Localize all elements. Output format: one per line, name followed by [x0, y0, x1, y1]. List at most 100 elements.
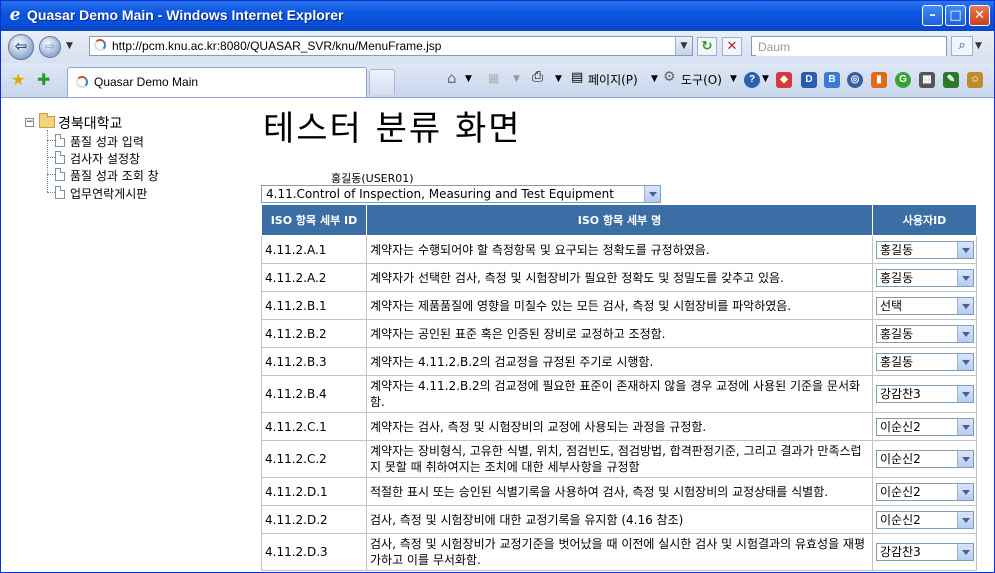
- home-dropdown-icon[interactable]: ▼: [465, 74, 472, 84]
- cell-item-id: 4.11.2.A.2: [261, 263, 367, 292]
- user-select[interactable]: 강감찬3: [876, 543, 974, 561]
- feeds-icon[interactable]: ▦: [488, 71, 499, 85]
- new-tab-button[interactable]: [369, 69, 395, 95]
- print-icon[interactable]: ⎙: [532, 69, 543, 85]
- minimize-button[interactable]: –: [922, 5, 943, 26]
- addon-grid-icon[interactable]: ▦: [919, 72, 935, 88]
- cell-item-name: 검사, 측정 및 시험장비가 교정기준을 벗어났을 때 이전에 실시한 검사 및…: [366, 533, 873, 571]
- cell-item-name: 계약자는 수행되어야 할 측정항목 및 요구되는 정확도를 규정하였음.: [366, 235, 873, 264]
- user-select-value: 이순신2: [880, 452, 921, 466]
- addon-orange-icon[interactable]: ▮: [871, 72, 887, 88]
- tools-dropdown-icon[interactable]: ▼: [730, 74, 737, 84]
- chevron-down-icon[interactable]: [957, 241, 973, 258]
- title-bar: e Quasar Demo Main - Windows Internet Ex…: [1, 1, 994, 31]
- search-dropdown-icon[interactable]: ▼: [975, 36, 989, 56]
- tools-menu[interactable]: 도구(O): [681, 71, 722, 88]
- page-icon: ▤: [571, 70, 584, 85]
- cell-item-name: 계약자는 공인된 표준 혹은 인증된 장비로 교정하고 조정함.: [366, 319, 873, 348]
- tree-root-label[interactable]: 경북대학교: [58, 113, 122, 133]
- user-select-value: 이순신2: [880, 512, 921, 527]
- category-select-value: 4.11.Control of Inspection, Measuring an…: [266, 187, 614, 201]
- tab-loading-icon: [76, 76, 88, 88]
- table-row: 4.11.2.D.1 적절한 표시 또는 승인된 식별기록을 사용하여 검사, 측…: [261, 477, 977, 506]
- cell-item-name: 검사, 측정 및 시험장비에 대한 교정기록을 유지함 (4.16 참조): [366, 505, 873, 534]
- table-header-row: ISO 항목 세부 ID ISO 항목 세부 명 사용자ID: [261, 204, 977, 236]
- page-content: − 경북대학교 품질 성과 입력 검사자 설정창 품질 성과 조회 창 업무연락…: [1, 98, 994, 572]
- column-header-user: 사용자ID: [872, 204, 977, 236]
- user-select[interactable]: 이순신2: [876, 482, 974, 501]
- stop-button[interactable]: ✕: [722, 37, 742, 56]
- chevron-down-icon[interactable]: [957, 353, 973, 370]
- search-input[interactable]: [756, 38, 946, 56]
- addon-b-icon[interactable]: B: [824, 72, 840, 88]
- history-dropdown-icon[interactable]: ▼: [66, 41, 73, 51]
- addon-tool-icon[interactable]: ✎: [943, 72, 959, 88]
- user-select[interactable]: 강감찬3: [876, 385, 974, 403]
- user-select[interactable]: 선택: [876, 296, 974, 315]
- iso-item-table: ISO 항목 세부 ID ISO 항목 세부 명 사용자ID 4.11.2.A.…: [261, 204, 977, 571]
- cell-item-name: 계약자가 선택한 검사, 측정 및 시험장비가 필요한 정확도 및 정밀도를 갖…: [366, 263, 873, 292]
- print-dropdown-icon[interactable]: ▼: [555, 74, 562, 84]
- chevron-down-icon[interactable]: [957, 325, 973, 342]
- chevron-down-icon[interactable]: [957, 418, 973, 435]
- user-select-value: 선택: [880, 298, 903, 313]
- forward-button[interactable]: ⇨: [39, 36, 61, 58]
- help-dropdown-icon[interactable]: ▼: [762, 74, 769, 84]
- cell-item-name: 계약자는 장비형식, 고유한 식별, 위치, 점검빈도, 점검방법, 합격판정기…: [366, 440, 873, 478]
- chevron-down-icon[interactable]: [957, 511, 973, 528]
- user-select[interactable]: 홍길동: [876, 324, 974, 343]
- favorites-star-icon[interactable]: ★: [11, 70, 25, 89]
- feeds-dropdown-icon[interactable]: ▼: [513, 74, 520, 84]
- chevron-down-icon[interactable]: [957, 269, 973, 286]
- cell-item-name: 적절한 표시 또는 승인된 식별기록을 사용하여 검사, 측정 및 시험장비의 …: [366, 477, 873, 506]
- chevron-down-icon[interactable]: [957, 483, 973, 500]
- cell-user: 강감찬3: [872, 375, 977, 413]
- back-button[interactable]: ⇦: [8, 34, 34, 60]
- close-button[interactable]: ✕: [969, 5, 990, 26]
- addon-d-icon[interactable]: D: [801, 72, 817, 88]
- cell-user: 홍길동: [872, 319, 977, 348]
- page-menu[interactable]: 페이지(P): [588, 71, 638, 88]
- help-icon[interactable]: ?: [744, 72, 760, 88]
- category-select[interactable]: 4.11.Control of Inspection, Measuring an…: [261, 185, 661, 203]
- search-icon[interactable]: ⌕: [951, 36, 973, 56]
- user-select[interactable]: 이순신2: [876, 510, 974, 529]
- chevron-down-icon[interactable]: [644, 186, 660, 202]
- page-dropdown-icon[interactable]: ▼: [651, 74, 658, 84]
- addon-circle-icon[interactable]: ◎: [847, 72, 863, 88]
- page-icon: [55, 168, 65, 181]
- chevron-down-icon[interactable]: [957, 297, 973, 314]
- url-field[interactable]: http://pcm.knu.ac.kr:8080/QUASAR_SVR/knu…: [89, 36, 693, 56]
- user-select-value: 홍길동: [880, 270, 914, 285]
- addon-red-icon[interactable]: ◆: [776, 72, 792, 88]
- cell-user: 이순신2: [872, 505, 977, 534]
- user-select[interactable]: 이순신2: [876, 417, 974, 436]
- cell-user: 이순신2: [872, 412, 977, 441]
- search-box[interactable]: [751, 36, 947, 56]
- chevron-down-icon[interactable]: [957, 451, 973, 467]
- cell-item-name: 계약자는 검사, 측정 및 시험장비의 교정에 사용되는 과정을 규정함.: [366, 412, 873, 441]
- tab-active[interactable]: Quasar Demo Main: [67, 67, 367, 97]
- add-favorite-icon[interactable]: ✚: [37, 70, 50, 89]
- chevron-down-icon[interactable]: [957, 386, 973, 402]
- maximize-button[interactable]: □: [945, 5, 966, 26]
- user-select-value: 강감찬3: [880, 545, 921, 559]
- table-row: 4.11.2.A.1 계약자는 수행되어야 할 측정항목 및 요구되는 정확도를 …: [261, 235, 977, 264]
- user-select[interactable]: 홍길동: [876, 352, 974, 371]
- cell-user: 이순신2: [872, 477, 977, 506]
- cell-user: 홍길동: [872, 263, 977, 292]
- url-dropdown-icon[interactable]: ▼: [675, 37, 692, 55]
- tab-row: ★ ✚ Quasar Demo Main ⌂ ▼ ▦ ▼ ⎙ ▼ ▤ 페이지(P…: [1, 63, 994, 98]
- addon-people-icon[interactable]: ☺: [967, 72, 983, 88]
- cell-user: 홍길동: [872, 347, 977, 376]
- user-select[interactable]: 이순신2: [876, 450, 974, 468]
- refresh-button[interactable]: ↻: [697, 37, 717, 56]
- user-select[interactable]: 홍길동: [876, 240, 974, 259]
- addon-green-icon[interactable]: G: [895, 72, 911, 88]
- user-select[interactable]: 홍길동: [876, 268, 974, 287]
- collapse-icon[interactable]: −: [25, 118, 34, 127]
- home-icon[interactable]: ⌂: [447, 69, 457, 87]
- chevron-down-icon[interactable]: [957, 544, 973, 560]
- table-row: 4.11.2.B.2 계약자는 공인된 표준 혹은 인증된 장비로 교정하고 조정…: [261, 319, 977, 348]
- cell-item-name: 계약자는 4.11.2.B.2의 검교정에 필요한 표준이 존재하지 않을 경우…: [366, 375, 873, 413]
